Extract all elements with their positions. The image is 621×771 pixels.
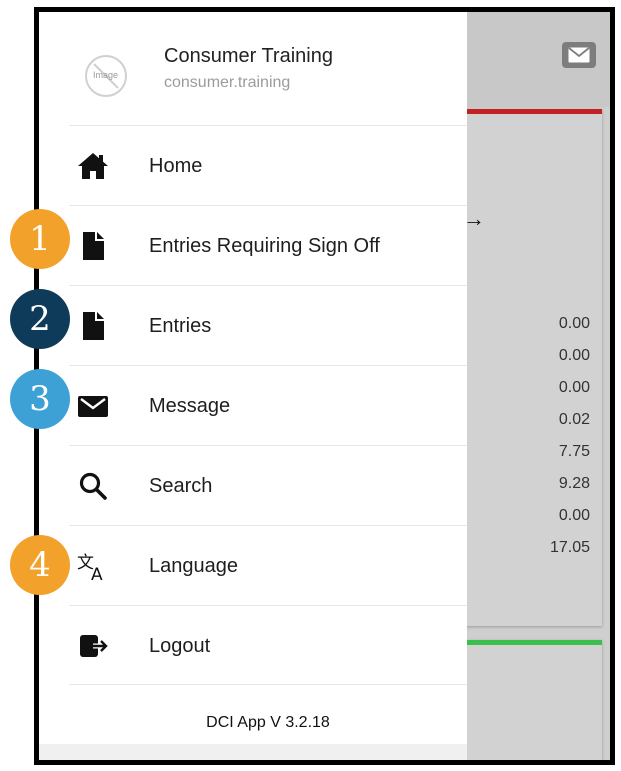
menu-item-language[interactable]: 文 A Language bbox=[69, 525, 467, 605]
menu-item-label: Message bbox=[149, 395, 231, 417]
document-icon bbox=[83, 312, 104, 340]
envelope-icon bbox=[78, 396, 108, 417]
profile-header: Image Consumer Training consumer.trainin… bbox=[39, 12, 467, 122]
value-cell: 17.05 bbox=[549, 539, 590, 556]
user-name: Consumer Training bbox=[164, 45, 333, 67]
header-mail-button[interactable] bbox=[562, 42, 596, 68]
avatar-placeholder-text: Image bbox=[93, 70, 119, 80]
home-icon bbox=[78, 153, 108, 179]
menu-item-entries-requiring-sign-off[interactable]: Entries Requiring Sign Off bbox=[69, 205, 467, 285]
value-cell: 9.28 bbox=[558, 475, 590, 492]
value-cell: 0.00 bbox=[558, 507, 590, 524]
menu-item-label: Home bbox=[149, 155, 203, 177]
app-version: DCI App V 3.2.18 bbox=[206, 714, 330, 731]
search-icon bbox=[79, 472, 107, 500]
value-cell: 0.00 bbox=[558, 315, 590, 332]
avatar: Image bbox=[85, 55, 127, 97]
app-frame: → 0.00 0.00 0.00 0.02 7.75 9.28 0.00 17.… bbox=[34, 7, 615, 765]
menu-item-label: Entries bbox=[149, 315, 212, 337]
translate-icon: 文 A bbox=[77, 553, 103, 582]
callout-badge-2: 2 bbox=[10, 289, 70, 349]
menu-item-label: Search bbox=[149, 475, 213, 497]
value-cell: 0.02 bbox=[558, 411, 590, 428]
background-values: 0.00 0.00 0.00 0.02 7.75 9.28 0.00 17.05 bbox=[550, 308, 590, 564]
username: consumer.training bbox=[164, 74, 291, 91]
drawer-footer bbox=[39, 744, 467, 760]
document-icon bbox=[83, 232, 104, 260]
value-cell: 7.75 bbox=[558, 443, 590, 460]
callout-badge-3: 3 bbox=[10, 369, 70, 429]
logout-icon bbox=[80, 635, 109, 657]
navigation-drawer: Image Consumer Training consumer.trainin… bbox=[39, 12, 467, 760]
menu-item-label: Language bbox=[149, 555, 238, 577]
envelope-icon bbox=[568, 47, 590, 63]
callout-badge-1: 1 bbox=[10, 209, 70, 269]
menu-item-home[interactable]: Home bbox=[69, 125, 467, 205]
menu-item-entries[interactable]: Entries bbox=[69, 285, 467, 365]
value-cell: 0.00 bbox=[558, 379, 590, 396]
menu-item-logout[interactable]: Logout bbox=[69, 605, 467, 685]
menu-item-label: Entries Requiring Sign Off bbox=[149, 235, 380, 257]
menu-item-message[interactable]: Message bbox=[69, 365, 467, 445]
version-row: DCI App V 3.2.18 bbox=[69, 684, 467, 744]
callout-badge-4: 4 bbox=[10, 535, 70, 595]
value-cell: 0.00 bbox=[558, 347, 590, 364]
svg-text:A: A bbox=[91, 565, 103, 582]
menu-item-search[interactable]: Search bbox=[69, 445, 467, 525]
menu-item-label: Logout bbox=[149, 635, 211, 657]
